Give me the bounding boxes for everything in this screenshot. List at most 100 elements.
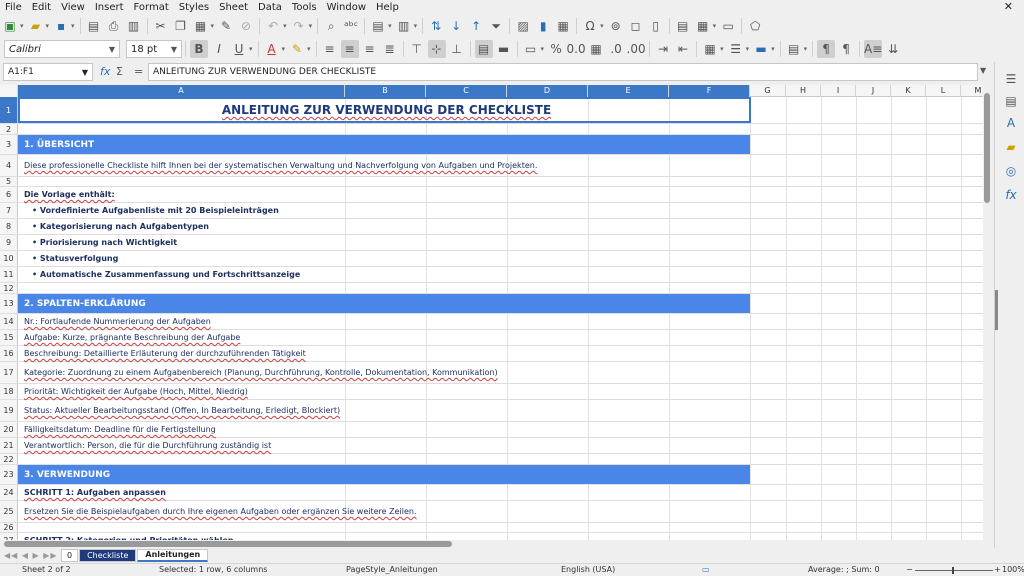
menu-window[interactable]: Window [322, 2, 371, 13]
add-sheet-button[interactable]: 0 [61, 548, 79, 562]
column-header-e[interactable]: E [588, 85, 669, 97]
find-replace-icon[interactable]: ⌕ [322, 17, 340, 35]
row-header[interactable]: 20 [0, 422, 18, 437]
zoom-level[interactable]: 100% [1002, 565, 1024, 574]
row-header[interactable]: 6 [0, 187, 18, 202]
list-item[interactable]: Kategorie: Zuordnung zu einem Aufgabenbe… [20, 362, 498, 383]
list-item[interactable]: Beschreibung: Detaillierte Erläuterung d… [20, 346, 306, 361]
list-item[interactable]: • Priorisierung nach Wichtigkeit [20, 235, 177, 250]
column-header-h[interactable]: H [786, 85, 821, 97]
row-header[interactable]: 14 [0, 314, 18, 329]
menu-help[interactable]: Help [371, 2, 404, 13]
align-right-icon[interactable]: ≡ [361, 40, 379, 58]
list-item[interactable]: SCHRITT 2: Kategorien und Prioritäten wä… [20, 533, 234, 540]
define-print-area-icon[interactable]: ▤ [674, 17, 692, 35]
column-header-b[interactable]: B [345, 85, 426, 97]
menu-edit[interactable]: Edit [27, 2, 56, 13]
clear-formatting-icon[interactable]: ⊘ [237, 17, 255, 35]
italic-icon[interactable]: I [210, 40, 228, 58]
formula-input[interactable]: ANLEITUNG ZUR VERWENDUNG DER CHECKLISTE [148, 63, 978, 81]
spelling-icon[interactable]: ᵃᵇᶜ [342, 17, 360, 35]
row-header[interactable]: 22 [0, 454, 18, 464]
font-size-box[interactable]: 18 pt ▼ [126, 40, 182, 58]
list-item[interactable]: Priorität: Wichtigkeit der Aufgabe (Hoch… [20, 384, 248, 399]
new-document-icon[interactable]: ▣ [1, 17, 19, 35]
row-header[interactable]: 24 [0, 485, 18, 500]
sort-ascending-icon[interactable]: ↓ [447, 17, 465, 35]
list-item[interactable]: Ersetzen Sie die Beispielaufgaben durch … [20, 501, 417, 522]
bold-icon[interactable]: B [190, 40, 208, 58]
list-item[interactable]: Status: Aktueller Bearbeitungsstand (Off… [20, 400, 340, 421]
increase-indent-icon[interactable]: ⇥ [654, 40, 672, 58]
insert-image-icon[interactable]: ▨ [514, 17, 532, 35]
properties-icon[interactable]: ▤ [1002, 92, 1020, 110]
list-item[interactable]: Diese professionelle Checkliste hilft Ih… [20, 155, 537, 176]
hyperlink-icon[interactable]: ⊚ [607, 17, 625, 35]
merge-center-icon[interactable]: ▬ [495, 40, 513, 58]
redo-icon[interactable]: ↷ [290, 17, 308, 35]
print-preview-icon[interactable]: ▥ [125, 17, 143, 35]
font-name-box[interactable]: Calibri ▼ [4, 40, 120, 58]
sheet-title-cell[interactable]: ANLEITUNG ZUR VERWENDUNG DER CHECKLISTE [18, 97, 751, 123]
expand-formula-bar-icon[interactable]: ▼ [980, 66, 986, 75]
row-header[interactable]: 2 [0, 124, 18, 134]
column-header-i[interactable]: I [821, 85, 856, 97]
print-icon[interactable]: ⎙ [105, 17, 123, 35]
vertical-scrollbar[interactable] [983, 85, 991, 540]
sort-descending-icon[interactable]: ↑ [467, 17, 485, 35]
number-format-percent-icon[interactable]: % [547, 40, 565, 58]
list-item[interactable]: Die Vorlage enthält: [20, 187, 115, 202]
align-left-icon[interactable]: ≡ [321, 40, 339, 58]
styles-icon[interactable]: A [1002, 114, 1020, 132]
clone-formatting-icon[interactable]: ✎ [217, 17, 235, 35]
name-box[interactable]: A1:F1 ▼ [3, 63, 93, 81]
row-header[interactable]: 27 [0, 533, 18, 540]
close-document-icon[interactable]: ✕ [999, 0, 1018, 13]
export-pdf-icon[interactable]: ▤ [85, 17, 103, 35]
sum-icon[interactable]: Σ [116, 65, 123, 78]
list-item[interactable]: Fälligkeitsdatum: Deadline für die Ferti… [20, 422, 216, 437]
number-format-decimal-icon[interactable]: 0.0 [567, 40, 586, 58]
row-header[interactable]: 19 [0, 400, 18, 421]
scroll-thumb[interactable] [984, 93, 990, 203]
conditional-format-icon[interactable]: ▤ [785, 40, 803, 58]
column-header-l[interactable]: L [926, 85, 961, 97]
cut-icon[interactable]: ✂ [152, 17, 170, 35]
undo-icon[interactable]: ↶ [264, 17, 282, 35]
sort-icon[interactable]: ⇅ [427, 17, 445, 35]
row-header[interactable]: 11 [0, 267, 18, 282]
list-item[interactable]: • Automatische Zusammenfassung und Forts… [20, 267, 300, 282]
row-header[interactable]: 1 [0, 97, 18, 123]
underline-icon[interactable]: U [230, 40, 248, 58]
menu-insert[interactable]: Insert [90, 2, 129, 13]
headers-footers-icon[interactable]: ▯ [647, 17, 665, 35]
column-header-j[interactable]: J [856, 85, 891, 97]
border-color-icon[interactable]: ▬ [752, 40, 770, 58]
wrap-text-icon[interactable]: ▤ [474, 40, 493, 58]
highlight-color-icon[interactable]: ✎ [288, 40, 306, 58]
column-header-d[interactable]: D [507, 85, 588, 97]
menu-file[interactable]: File [0, 2, 27, 13]
row-header[interactable]: 23 [0, 465, 18, 484]
list-item[interactable]: Nr.: Fortlaufende Nummerierung der Aufga… [20, 314, 211, 329]
row-header[interactable]: 15 [0, 330, 18, 345]
row-header[interactable]: 13 [0, 294, 18, 313]
sheet-navigation-icons[interactable]: ◀◀ ◀ ▶ ▶▶ [4, 551, 60, 560]
row-header[interactable]: 26 [0, 523, 18, 532]
border-style-icon[interactable]: ☰ [727, 40, 745, 58]
section-header-cell[interactable]: 2. SPALTEN-ERKLÄRUNG [18, 294, 750, 313]
align-top-icon[interactable]: ⊤ [408, 40, 426, 58]
column-header-k[interactable]: K [891, 85, 926, 97]
delete-decimal-icon[interactable]: .00 [627, 40, 646, 58]
center-vertically-icon[interactable]: ⊹ [427, 40, 446, 58]
menu-styles[interactable]: Styles [174, 2, 214, 13]
add-decimal-icon[interactable]: .0 [607, 40, 625, 58]
sidebar-resize-handle[interactable] [995, 290, 998, 330]
functions-icon[interactable]: fx [1002, 186, 1020, 204]
number-format-currency-icon[interactable]: ▭ [522, 40, 540, 58]
row-header[interactable]: 7 [0, 203, 18, 218]
row-header[interactable]: 17 [0, 362, 18, 383]
insert-chart-icon[interactable]: ▮ [534, 17, 552, 35]
column-header-a[interactable]: A [18, 85, 345, 97]
selection-mode-icon[interactable]: ▭ [702, 565, 710, 574]
